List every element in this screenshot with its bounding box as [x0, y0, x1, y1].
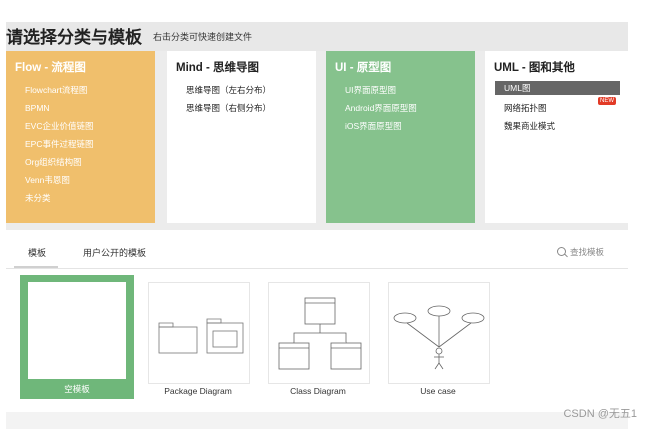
category-mind[interactable]: Mind - 思维导图 思维导图（左右分布） 思维导图（右侧分布）: [167, 51, 316, 223]
category-item[interactable]: EPC事件过程链图: [6, 135, 155, 153]
page-title: 请选择分类与模板: [6, 28, 142, 47]
template-card-usecase[interactable]: [388, 282, 490, 384]
category-title: Mind - 思维导图: [176, 62, 260, 74]
template-tabs: 模板 用户公开的模板 查找模板: [6, 238, 628, 269]
template-card-class[interactable]: [268, 282, 370, 384]
category-panel: Flow - 流程图 Flowchart流程图 BPMN EVC企业价值链图 E…: [6, 51, 628, 230]
category-item[interactable]: EVC企业价值链图: [6, 117, 155, 135]
header-bar: 请选择分类与模板 右击分类可快速创建文件: [6, 22, 628, 51]
category-item[interactable]: 思维导图（左右分布）: [167, 81, 316, 99]
category-item[interactable]: 网络拓扑图 NEW: [485, 97, 628, 117]
new-badge: NEW: [598, 97, 616, 105]
category-flow[interactable]: Flow - 流程图 Flowchart流程图 BPMN EVC企业价值链图 E…: [6, 51, 155, 223]
template-name: Class Diagram: [290, 386, 346, 396]
bottom-bar: [6, 412, 628, 429]
category-item[interactable]: BPMN: [6, 99, 155, 117]
template-card-blank[interactable]: 空模板: [20, 275, 134, 399]
template-name: 空模板: [64, 384, 90, 394]
category-item[interactable]: 未分类: [6, 189, 155, 207]
category-item[interactable]: 思维导图（右侧分布）: [167, 99, 316, 117]
tab-templates[interactable]: 模板: [28, 246, 46, 259]
category-item[interactable]: Flowchart流程图: [6, 81, 155, 99]
search-icon: [556, 247, 566, 256]
category-title: Flow - 流程图: [15, 62, 86, 74]
category-item[interactable]: 魏果商业模式: [485, 117, 628, 135]
template-thumbnail: [28, 282, 126, 379]
usecase-diagram-thumbnail: [393, 305, 485, 370]
template-name: Use case: [420, 386, 456, 396]
category-item[interactable]: Org组织结构图: [6, 153, 155, 171]
package-diagram-thumbnail: [158, 318, 244, 354]
category-item[interactable]: Android界面原型图: [326, 99, 475, 117]
category-item-selected[interactable]: UML图: [495, 81, 620, 95]
category-uml[interactable]: UML - 图和其他 UML图 网络拓扑图 NEW 魏果商业模式: [485, 51, 628, 223]
category-item[interactable]: UI界面原型图: [326, 81, 475, 99]
page-subtitle: 右击分类可快速创建文件: [153, 32, 253, 42]
class-diagram-thumbnail: [278, 297, 362, 370]
category-ui[interactable]: UI - 原型图 UI界面原型图 Android界面原型图 iOS界面原型图: [326, 51, 475, 223]
watermark: CSDN @无五1: [563, 408, 637, 420]
tab-public-templates[interactable]: 用户公开的模板: [83, 246, 146, 259]
active-tab-indicator: [14, 266, 58, 268]
template-name: Package Diagram: [164, 386, 232, 396]
category-item[interactable]: iOS界面原型图: [326, 117, 475, 135]
template-card-package[interactable]: [148, 282, 250, 384]
category-title: UI - 原型图: [335, 62, 392, 74]
category-title: UML - 图和其他: [494, 62, 575, 74]
category-item[interactable]: Venn韦恩图: [6, 171, 155, 189]
search-templates[interactable]: 查找模板: [556, 246, 604, 258]
